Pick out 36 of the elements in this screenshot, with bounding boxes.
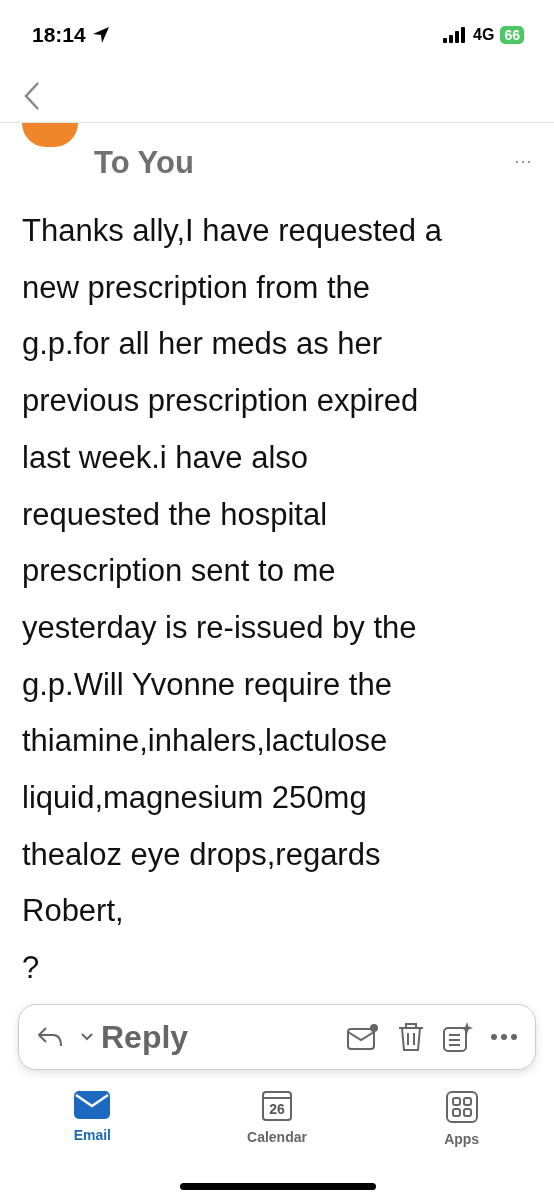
message-text-line: liquid,magnesium 250mg bbox=[22, 779, 368, 818]
message-text-line: thealoz eye drops,regards bbox=[22, 835, 382, 874]
sparkle-list-icon[interactable] bbox=[443, 1022, 473, 1052]
message-text-line: Robert, bbox=[22, 892, 125, 931]
signal-icon bbox=[443, 27, 468, 43]
battery-level: 66 bbox=[500, 26, 524, 44]
message-text-line: g.p.for all her meds as her bbox=[22, 325, 384, 364]
chevron-down-icon[interactable] bbox=[81, 1033, 93, 1041]
location-arrow-icon bbox=[91, 26, 110, 44]
message-text-line: Thanks ally,I have requested a bbox=[22, 212, 443, 250]
message-text-line: thiamine,inhalers,lactulose bbox=[22, 722, 389, 761]
tab-bar-item[interactable]: Email bbox=[32, 1090, 153, 1148]
message-text-line: g.p.Will Yvonne require the bbox=[22, 665, 393, 704]
tab-bar-item[interactable]: Apps bbox=[401, 1090, 522, 1148]
mail-unread-icon[interactable] bbox=[347, 1023, 379, 1051]
network-type: 4G bbox=[473, 26, 495, 44]
status-time: 18:14 bbox=[32, 23, 86, 47]
mail-icon bbox=[74, 1091, 111, 1119]
message-text-line: new prescription from the bbox=[22, 268, 372, 307]
reply-button[interactable]: Reply bbox=[101, 1018, 329, 1056]
back-icon[interactable] bbox=[24, 81, 40, 111]
message-text-line: prescription sent to me bbox=[22, 552, 337, 591]
more-icon[interactable] bbox=[491, 1034, 517, 1040]
reply-arrow-icon[interactable] bbox=[37, 1026, 63, 1048]
message-text-line: last week.i have also bbox=[22, 438, 310, 477]
apps-grid-icon bbox=[445, 1091, 478, 1123]
message-text-line: previous prescription expired bbox=[22, 382, 420, 421]
avatar bbox=[22, 123, 78, 147]
message-text-line: requested the hospital bbox=[22, 495, 329, 534]
trash-icon[interactable] bbox=[397, 1022, 425, 1052]
message-text-line: yesterday is re-issued by the bbox=[22, 608, 418, 647]
tab-bar-item[interactable]: 26 Calendar bbox=[217, 1090, 337, 1148]
recipient-label: To You bbox=[94, 145, 195, 181]
more-options[interactable]: ··· bbox=[514, 151, 532, 172]
calendar-icon: 26 bbox=[262, 1091, 292, 1121]
message-text-line: ? bbox=[22, 949, 41, 988]
